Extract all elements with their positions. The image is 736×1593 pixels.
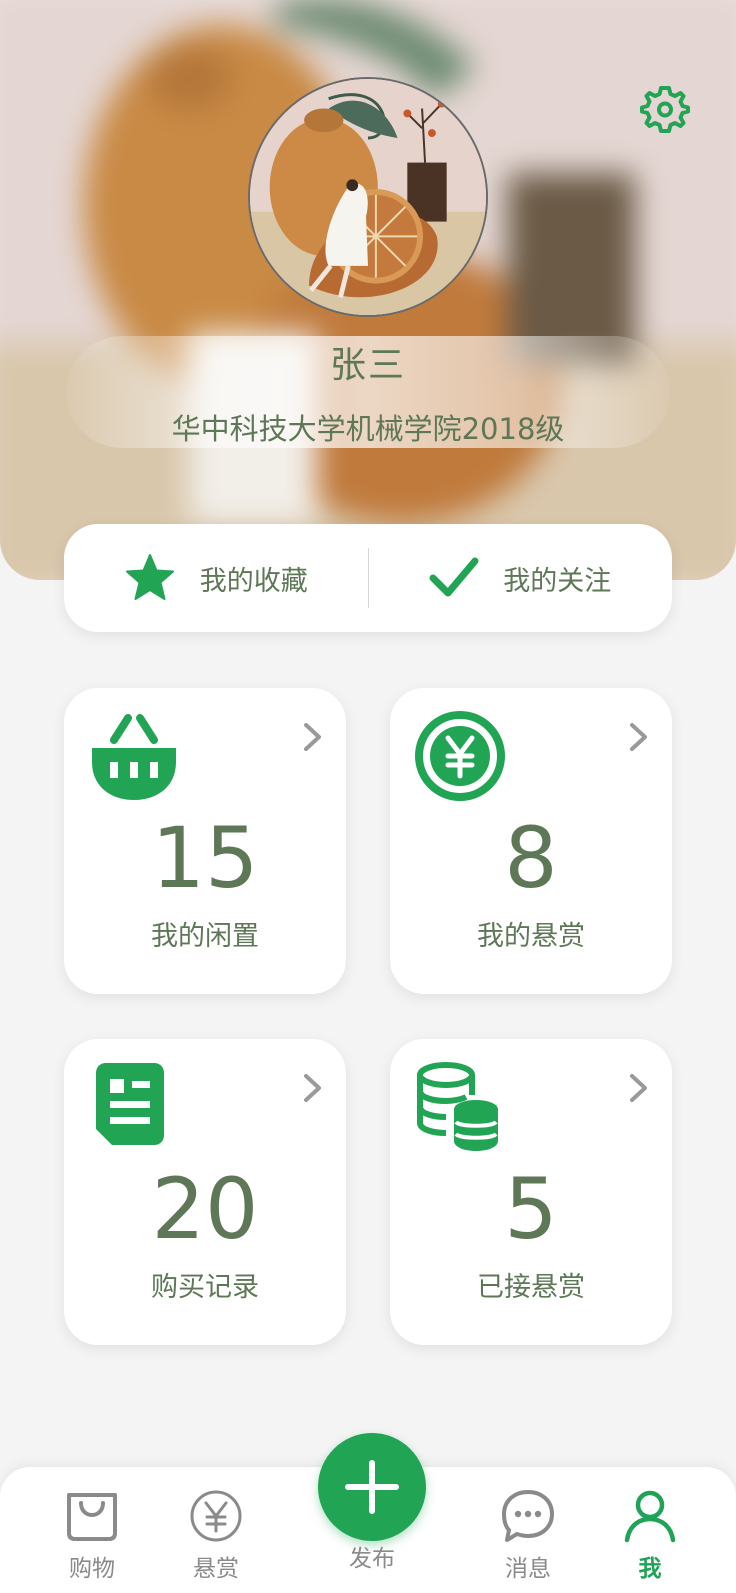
coin-stack-icon	[417, 1062, 498, 1151]
tab-me[interactable]: 我	[600, 1483, 700, 1583]
accepted-bounties-count: 5	[504, 1160, 558, 1258]
chat-bubble-icon	[502, 1490, 554, 1542]
bounties-count: 8	[504, 809, 558, 907]
quick-links-bar: 我的收藏 我的关注	[64, 524, 672, 632]
avatar-illustration	[250, 79, 486, 315]
yuan-coin-icon	[415, 711, 505, 801]
purchase-count: 20	[151, 1160, 259, 1258]
plus-icon	[345, 1460, 399, 1514]
chevron-right-icon	[304, 1074, 321, 1102]
user-school: 华中科技大学机械学院2018级	[171, 412, 565, 446]
settings-button[interactable]	[638, 82, 692, 136]
purchase-history-card[interactable]: 20 购买记录	[64, 1039, 346, 1345]
checkmark-icon	[429, 557, 479, 597]
my-favorites-label: 我的收藏	[199, 565, 308, 597]
idle-items-count: 15	[151, 809, 259, 907]
accepted-bounties-label: 已接悬赏	[477, 1272, 585, 1303]
bounties-label: 我的悬赏	[477, 921, 585, 952]
tab-bounty[interactable]: 悬赏	[166, 1483, 266, 1583]
tab-bounty-label: 悬赏	[193, 1556, 239, 1582]
accepted-bounties-card[interactable]: 5 已接悬赏	[390, 1039, 672, 1345]
person-icon	[624, 1490, 676, 1543]
avatar[interactable]	[248, 77, 488, 317]
my-follows-button[interactable]: 我的关注	[369, 524, 673, 632]
tab-me-label: 我	[638, 1556, 662, 1582]
gear-icon	[640, 86, 690, 133]
tab-shopping[interactable]: 购物	[42, 1483, 142, 1583]
my-idle-items-card[interactable]: 15 我的闲置	[64, 688, 346, 994]
yuan-circle-icon	[190, 1490, 242, 1542]
my-follows-label: 我的关注	[503, 565, 612, 597]
tab-shopping-label: 购物	[69, 1556, 115, 1582]
chevron-right-icon	[630, 1074, 647, 1102]
tab-publish-label: 发布	[349, 1546, 395, 1572]
shopping-bag-icon	[67, 1493, 117, 1541]
publish-button[interactable]	[318, 1433, 426, 1541]
my-bounties-card[interactable]: 8 我的悬赏	[390, 688, 672, 994]
my-favorites-button[interactable]: 我的收藏	[64, 524, 368, 632]
chevron-right-icon	[630, 723, 647, 751]
user-name: 张三	[329, 345, 406, 386]
idle-items-label: 我的闲置	[151, 921, 259, 952]
purchase-label: 购买记录	[151, 1272, 259, 1303]
star-icon	[125, 554, 174, 600]
receipt-icon	[96, 1063, 164, 1145]
basket-icon	[92, 714, 176, 800]
tab-messages-label: 消息	[505, 1556, 551, 1582]
chevron-right-icon	[304, 723, 321, 751]
tab-messages[interactable]: 消息	[478, 1483, 578, 1583]
